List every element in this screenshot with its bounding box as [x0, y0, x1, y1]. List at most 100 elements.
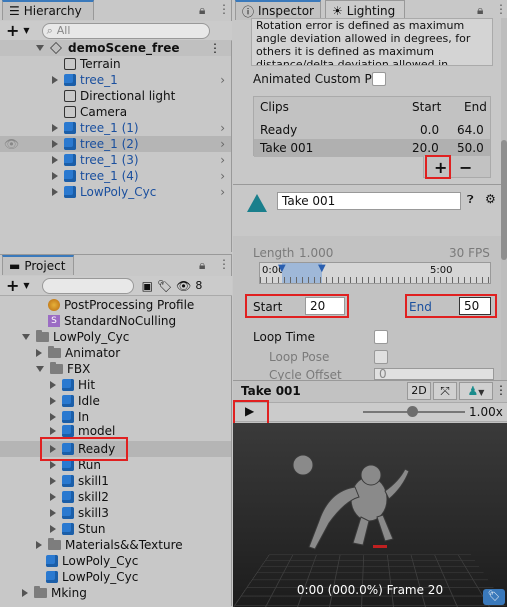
filter-label-icon[interactable]: 🏷︎: [157, 279, 172, 293]
tag-badge[interactable]: 🏷︎: [483, 589, 505, 605]
scene-menu-icon[interactable]: ⋮: [209, 41, 221, 55]
pivot-button[interactable]: ⤧: [433, 382, 457, 400]
collapse-arrow-icon[interactable]: [36, 45, 44, 51]
project-item[interactable]: FBX: [0, 361, 231, 377]
project-item[interactable]: In: [0, 409, 231, 425]
project-item[interactable]: Hit: [0, 377, 231, 393]
settings-gear-icon[interactable]: ⚙: [485, 192, 496, 206]
range-end-handle[interactable]: ▼: [318, 263, 326, 274]
expand-arrow-icon[interactable]: [50, 427, 56, 435]
lock-icon[interactable]: 🔒︎: [199, 3, 205, 18]
preview-menu-icon[interactable]: ⋮: [495, 383, 507, 397]
loop-pose-checkbox[interactable]: [374, 350, 388, 364]
project-item[interactable]: PostProcessing Profile: [0, 297, 231, 313]
expand-arrow-icon[interactable]: [52, 172, 58, 180]
chevron-right-icon[interactable]: ›: [220, 73, 225, 87]
help-icon[interactable]: ❓︎: [467, 193, 474, 207]
folder-icon: [48, 346, 61, 358]
project-item[interactable]: skill1: [0, 473, 231, 489]
dropdown-arrow-icon[interactable]: ▼: [23, 26, 29, 35]
expand-arrow-icon[interactable]: [50, 525, 56, 533]
project-item[interactable]: model: [0, 425, 231, 437]
more-menu-icon[interactable]: ⋮: [218, 257, 230, 271]
project-item[interactable]: Stun: [0, 521, 231, 537]
more-menu-icon[interactable]: ⋮: [218, 2, 230, 16]
project-item[interactable]: Idle: [0, 393, 231, 409]
cycle-offset-field[interactable]: 0: [374, 368, 494, 380]
chevron-right-icon[interactable]: ›: [220, 169, 225, 183]
timeline-ruler[interactable]: 0:00 5:00 ▼ ▼: [259, 262, 491, 284]
collapse-arrow-icon[interactable]: [36, 366, 44, 372]
hierarchy-item[interactable]: 👁︎ tree_1 (2) ›: [0, 136, 231, 152]
scene-row[interactable]: demoScene_free ⋮: [0, 40, 231, 56]
project-item[interactable]: skill3: [0, 505, 231, 521]
animated-custom-checkbox[interactable]: [372, 72, 386, 86]
clip-name-field[interactable]: Take 001: [277, 192, 461, 210]
search-input[interactable]: ⌕ All: [41, 22, 210, 39]
project-item[interactable]: Mking: [0, 585, 231, 601]
lock-icon[interactable]: 🔒︎: [477, 3, 483, 18]
hierarchy-item[interactable]: tree_1 ›: [0, 72, 231, 88]
collapse-arrow-icon[interactable]: [22, 334, 30, 340]
avatar-button[interactable]: ♟▼: [459, 382, 493, 400]
expand-arrow-icon[interactable]: [36, 541, 42, 549]
tab-lighting[interactable]: ☀ Lighting: [325, 0, 405, 20]
expand-arrow-icon[interactable]: [50, 477, 56, 485]
clip-row[interactable]: Ready 0.0 64.0: [254, 121, 490, 139]
inspector-scroll-thumb[interactable]: [501, 140, 507, 260]
range-start-handle[interactable]: ▼: [278, 263, 286, 274]
hierarchy-item[interactable]: Directional light: [0, 88, 231, 104]
expand-arrow-icon[interactable]: [50, 509, 56, 517]
visibility-eye-icon[interactable]: 👁︎: [4, 137, 19, 151]
add-icon[interactable]: +: [6, 276, 19, 295]
search-field[interactable]: [41, 277, 134, 294]
hierarchy-item[interactable]: LowPoly_Cyc ›: [0, 184, 231, 200]
expand-arrow-icon[interactable]: [50, 461, 56, 469]
expand-arrow-icon[interactable]: [50, 493, 56, 501]
expand-arrow-icon[interactable]: [50, 397, 56, 405]
tab-inspector[interactable]: ⓘ Inspector: [235, 0, 321, 20]
hidden-packages-icon[interactable]: 👁︎: [176, 279, 191, 293]
add-icon[interactable]: +: [6, 21, 19, 40]
hierarchy-item[interactable]: tree_1 (3) ›: [0, 152, 231, 168]
project-item[interactable]: LowPoly_Cyc: [0, 569, 231, 585]
hidden-count-badge: 8: [195, 279, 203, 292]
hierarchy-item[interactable]: tree_1 (4) ›: [0, 168, 231, 184]
loop-time-checkbox[interactable]: [374, 330, 388, 344]
chevron-right-icon[interactable]: ›: [220, 153, 225, 167]
chevron-right-icon[interactable]: ›: [220, 121, 225, 135]
clip-row-selected[interactable]: Take 001 20.0 50.0: [254, 139, 490, 157]
project-item[interactable]: skill2: [0, 489, 231, 505]
project-item[interactable]: LowPoly_Cyc: [0, 553, 231, 569]
folder-icon: [50, 362, 63, 374]
expand-arrow-icon[interactable]: [36, 349, 42, 357]
chevron-right-icon[interactable]: ›: [220, 185, 225, 199]
expand-arrow-icon[interactable]: [22, 589, 28, 597]
project-item[interactable]: Materials&&Texture: [0, 537, 231, 553]
dropdown-arrow-icon[interactable]: ▼: [23, 281, 29, 290]
project-item[interactable]: Animator: [0, 345, 231, 361]
project-item[interactable]: S StandardNoCulling: [0, 313, 231, 329]
expand-arrow-icon[interactable]: [52, 76, 58, 84]
project-item[interactable]: LowPoly_Cyc: [0, 329, 231, 345]
speed-slider-thumb[interactable]: [407, 406, 418, 417]
preview-viewport[interactable]: 0:00 (000.0%) Frame 20: [233, 423, 507, 607]
expand-arrow-icon[interactable]: [52, 124, 58, 132]
remove-clip-button[interactable]: −: [459, 158, 472, 177]
chevron-right-icon[interactable]: ›: [220, 137, 225, 151]
more-menu-icon[interactable]: ⋮: [495, 2, 507, 16]
toggle-2d-button[interactable]: 2D: [407, 382, 431, 400]
expand-arrow-icon[interactable]: [52, 140, 58, 148]
hierarchy-item[interactable]: Terrain: [0, 56, 231, 72]
tab-hierarchy[interactable]: ☰ Hierarchy: [2, 0, 94, 20]
expand-arrow-icon[interactable]: [50, 381, 56, 389]
tab-project[interactable]: ▬ Project: [2, 255, 74, 275]
filter-type-icon[interactable]: ▣: [142, 279, 153, 293]
expand-arrow-icon[interactable]: [52, 156, 58, 164]
expand-arrow-icon[interactable]: [52, 188, 58, 196]
expand-arrow-icon[interactable]: [50, 413, 56, 421]
hierarchy-item[interactable]: Camera: [0, 104, 231, 120]
hierarchy-item[interactable]: tree_1 (1) ›: [0, 120, 231, 136]
character-model: [292, 454, 410, 550]
lock-icon[interactable]: 🔒︎: [199, 258, 205, 273]
